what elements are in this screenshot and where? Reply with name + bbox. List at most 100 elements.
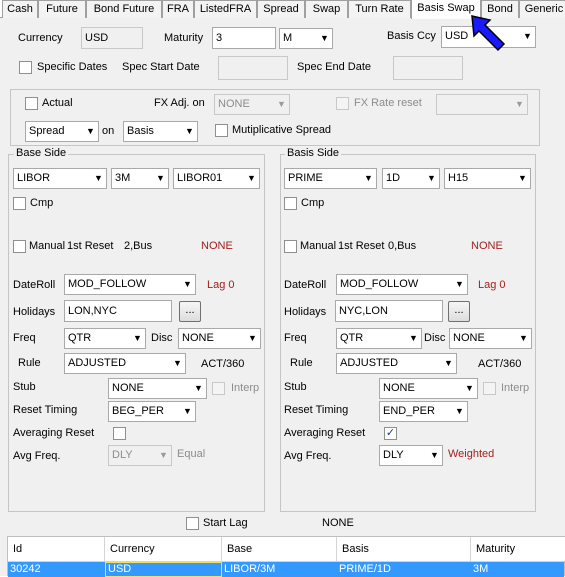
basis-averaging-reset-checkbox[interactable]: ✓ — [384, 427, 397, 440]
maturity-unit-select[interactable]: M ▼ — [279, 28, 333, 49]
chevron-down-icon: ▼ — [133, 333, 142, 343]
specific-dates-label: Specific Dates — [37, 61, 108, 73]
grid-cell-maturity[interactable]: 3M — [471, 562, 564, 577]
tab-cash[interactable]: Cash — [2, 0, 38, 18]
basis-index-select[interactable]: PRIME ▼ — [284, 168, 377, 189]
tab-bond-future[interactable]: Bond Future — [86, 0, 162, 18]
tab-turn-rate[interactable]: Turn Rate — [348, 0, 411, 18]
base-avg-freq-select[interactable]: DLY ▼ — [108, 445, 172, 466]
base-curve-value: LIBOR01 — [177, 172, 223, 184]
base-freq-label: Freq — [13, 332, 36, 344]
chevron-down-icon: ▼ — [183, 279, 192, 289]
spread-select[interactable]: Spread ▼ — [25, 121, 99, 142]
basis-index-value: PRIME — [288, 172, 323, 184]
grid-cell-id[interactable]: 30242 — [8, 562, 105, 577]
base-interp-checkbox[interactable] — [212, 382, 225, 395]
base-rule-select[interactable]: ADJUSTED ▼ — [64, 353, 186, 374]
basis-rule-select[interactable]: ADJUSTED ▼ — [336, 353, 457, 374]
basis-stub-select[interactable]: NONE ▼ — [379, 378, 478, 399]
base-side-title: Base Side — [14, 147, 69, 159]
tab-swap[interactable]: Swap — [305, 0, 348, 18]
basis-disc-select[interactable]: NONE ▼ — [449, 328, 532, 349]
base-freq-select[interactable]: QTR ▼ — [64, 328, 146, 349]
tab-spread[interactable]: Spread — [257, 0, 305, 18]
base-holidays-browse-button[interactable]: ... — [179, 301, 201, 322]
actual-checkbox[interactable] — [25, 97, 38, 110]
base-manual-checkbox[interactable] — [13, 240, 26, 253]
base-holidays-label: Holidays — [13, 306, 56, 318]
base-cmp-checkbox[interactable] — [13, 197, 26, 210]
currency-label: Currency — [18, 32, 63, 44]
grid-cell-base[interactable]: LIBOR/3M — [222, 562, 337, 577]
start-lag-checkbox[interactable] — [186, 517, 199, 530]
base-tenor-select[interactable]: 3M ▼ — [111, 168, 169, 189]
base-first-reset-label: 1st Reset — [67, 240, 114, 252]
basis-ccy-label: Basis Ccy — [387, 30, 436, 42]
chevron-down-icon: ▼ — [173, 358, 182, 368]
base-holidays-field[interactable]: LON,NYC — [64, 300, 172, 322]
on-label: on — [102, 125, 115, 137]
base-averaging-reset-checkbox[interactable] — [113, 427, 126, 440]
base-avg-freq-value: DLY — [112, 449, 133, 461]
base-stub-select[interactable]: NONE ▼ — [108, 378, 207, 399]
spec-end-date-field[interactable] — [393, 56, 463, 80]
fx-rate-reset-checkbox[interactable] — [336, 97, 349, 110]
base-index-select[interactable]: LIBOR ▼ — [13, 168, 107, 189]
basis-cmp-checkbox[interactable] — [284, 197, 297, 210]
basis-reset-timing-select[interactable]: END_PER ▼ — [379, 401, 468, 422]
base-stub-label: Stub — [13, 381, 36, 393]
grid-header-basis[interactable]: Basis — [337, 537, 471, 561]
base-disc-value: NONE — [182, 332, 214, 344]
base-reset-timing-select[interactable]: BEG_PER ▼ — [108, 401, 196, 422]
base-averaging-reset-label: Averaging Reset — [13, 427, 95, 439]
fx-adj-select[interactable]: NONE ▼ — [214, 94, 290, 115]
base-rule-label: Rule — [18, 357, 41, 369]
grid-cell-currency[interactable]: USD — [105, 562, 222, 577]
basis-avg-freq-value: DLY — [383, 449, 404, 461]
basis-freq-value: QTR — [340, 332, 364, 344]
base-avg-freq-label: Avg Freq. — [13, 450, 61, 462]
basis-lag-label: Lag 0 — [478, 279, 506, 291]
base-disc-select[interactable]: NONE ▼ — [178, 328, 261, 349]
specific-dates-checkbox[interactable] — [19, 61, 32, 74]
base-curve-select[interactable]: LIBOR01 ▼ — [173, 168, 260, 189]
grid-header-id[interactable]: Id — [8, 537, 105, 561]
grid-header-currency[interactable]: Currency — [105, 537, 222, 561]
chevron-down-icon: ▼ — [409, 333, 418, 343]
basis-cmp-label: Cmp — [301, 197, 325, 209]
basis-holidays-browse-button[interactable]: ... — [448, 301, 470, 322]
chevron-down-icon: ▼ — [185, 126, 194, 136]
basis-disc-value: NONE — [453, 332, 485, 344]
spec-start-date-field[interactable] — [218, 56, 288, 80]
base-freq-value: QTR — [68, 332, 92, 344]
basis-avg-freq-select[interactable]: DLY ▼ — [379, 445, 443, 466]
fx-rate-reset-select[interactable]: ▼ — [436, 94, 528, 115]
basis-dateroll-select[interactable]: MOD_FOLLOW ▼ — [336, 274, 468, 295]
tab-listed-fra[interactable]: ListedFRA — [194, 0, 257, 18]
maturity-field[interactable]: 3 — [212, 27, 276, 49]
tab-generic[interactable]: Generic — [519, 0, 565, 18]
tab-future[interactable]: Future — [38, 0, 86, 18]
basis-select[interactable]: Basis ▼ — [123, 121, 198, 142]
base-dateroll-select[interactable]: MOD_FOLLOW ▼ — [64, 274, 196, 295]
fx-rate-reset-label: FX Rate reset — [354, 97, 422, 109]
tab-fra[interactable]: FRA — [162, 0, 194, 18]
grid-header-maturity[interactable]: Maturity — [471, 537, 565, 561]
grid-cell-basis[interactable]: PRIME/1D — [337, 562, 471, 577]
currency-field[interactable]: USD — [81, 27, 143, 49]
basis-avg-freq-label: Avg Freq. — [284, 450, 332, 462]
basis-curve-select[interactable]: H15 ▼ — [444, 168, 531, 189]
chevron-down-icon: ▼ — [156, 173, 165, 183]
basis-tenor-select[interactable]: 1D ▼ — [382, 168, 440, 189]
basis-freq-select[interactable]: QTR ▼ — [336, 328, 422, 349]
basis-holidays-field[interactable]: NYC,LON — [335, 300, 443, 322]
basis-manual-checkbox[interactable] — [284, 240, 297, 253]
chevron-down-icon: ▼ — [320, 33, 329, 43]
grid-header-base[interactable]: Base — [222, 537, 337, 561]
multiplicative-spread-checkbox[interactable] — [215, 124, 228, 137]
basis-dateroll-label: DateRoll — [284, 279, 327, 291]
basis-manual-status: NONE — [471, 240, 503, 252]
basis-interp-checkbox[interactable] — [483, 382, 496, 395]
basis-freq-label: Freq — [284, 332, 307, 344]
check-icon: ✓ — [385, 427, 396, 439]
